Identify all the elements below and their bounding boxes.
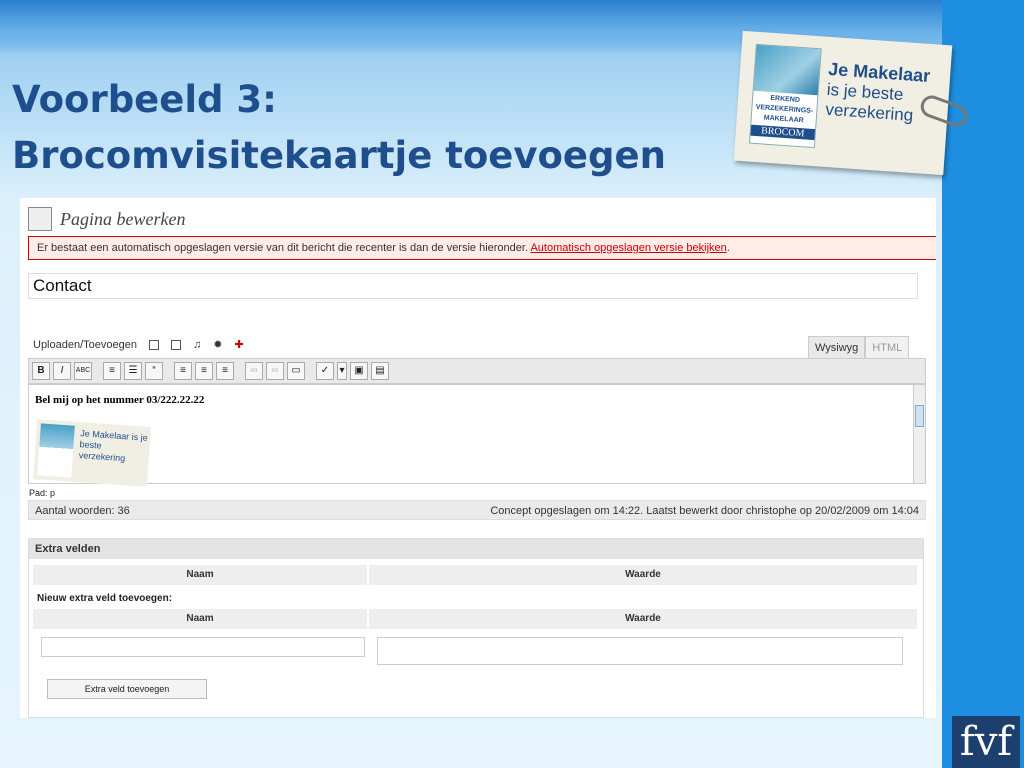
slide-title-line2: Brocomvisitekaartje toevoegen xyxy=(12,134,666,177)
col-value: Waarde xyxy=(625,569,661,580)
path-indicator: Pad: p xyxy=(29,488,56,498)
mini-slogan: Je Makelaar is je beste verzekering xyxy=(78,428,149,464)
add-media-icon[interactable]: ✹ xyxy=(213,338,222,351)
unlink-button[interactable]: ∞ xyxy=(266,362,284,380)
mini-logo xyxy=(37,423,75,478)
add-poll-icon[interactable]: ✚ xyxy=(234,338,243,351)
align-center-button[interactable]: ≡ xyxy=(195,362,213,380)
brocom-logo: ERKEND VERZEKERINGS-MAKELAAR BROCOM xyxy=(748,43,822,149)
align-right-button[interactable]: ≡ xyxy=(216,362,234,380)
pages-icon xyxy=(28,207,52,231)
autosave-link[interactable]: Automatisch opgeslagen versie bekijken xyxy=(530,242,726,254)
add-image-icon[interactable] xyxy=(148,339,159,350)
link-button[interactable]: ∞ xyxy=(245,362,263,380)
strikethrough-button[interactable]: ABC xyxy=(74,362,92,380)
kitchen-sink-button[interactable]: ▤ xyxy=(371,362,389,380)
notice-text: Er bestaat een automatisch opgeslagen ve… xyxy=(37,242,531,254)
new-field-label: Nieuw extra veld toevoegen: xyxy=(37,593,173,604)
numbered-list-button[interactable]: ☰ xyxy=(124,362,142,380)
page-header: Pagina bewerken xyxy=(28,206,185,232)
slide-title: Voorbeeld 3: Brocomvisitekaartje toevoeg… xyxy=(12,72,666,184)
new-col-value: Waarde xyxy=(625,613,661,624)
word-count: Aantal woorden: 36 xyxy=(35,505,130,517)
post-title-input[interactable]: Contact xyxy=(28,273,918,299)
statue-image xyxy=(753,44,821,96)
fvf-logo: fvf xyxy=(952,716,1020,768)
page-heading: Pagina bewerken xyxy=(60,208,186,229)
editor-screenshot: Pagina bewerken Er bestaat een automatis… xyxy=(20,198,936,718)
scroll-thumb[interactable] xyxy=(915,405,924,427)
upload-bar: Uploaden/Toevoegen ♫ ✹ ✚ xyxy=(33,338,244,352)
logo-text: ERKEND VERZEKERINGS-MAKELAAR xyxy=(755,94,814,125)
align-left-button[interactable]: ≡ xyxy=(174,362,192,380)
tab-html[interactable]: HTML xyxy=(865,336,910,360)
new-field-value-textarea[interactable] xyxy=(377,637,903,665)
more-tag-button[interactable]: ▭ xyxy=(287,362,305,380)
brand-name: BROCOM xyxy=(750,124,816,141)
custom-fields-box: Extra velden Naam Waarde Nieuw extra vel… xyxy=(28,538,924,718)
slide-title-line1: Voorbeeld 3: xyxy=(12,78,277,121)
col-name: Naam xyxy=(33,565,369,585)
business-card: ERKEND VERZEKERINGS-MAKELAAR BROCOM Je M… xyxy=(733,30,953,176)
bullet-list-button[interactable]: ≡ xyxy=(103,362,121,380)
custom-fields-header: Naam Waarde xyxy=(33,565,917,585)
editor-toolbar: B I ABC ≡ ☰ “ ≡ ≡ ≡ ∞ ∞ ▭ ✓ ▾ ▣ ▤ xyxy=(28,358,926,384)
card-slogan: Je Makelaar is je beste verzekering xyxy=(825,59,931,127)
bold-button[interactable]: B xyxy=(32,362,50,380)
draft-status: Concept opgeslagen om 14:22. Laatst bewe… xyxy=(490,505,919,517)
editor-status-bar: Aantal woorden: 36 Concept opgeslagen om… xyxy=(28,500,926,520)
new-field-header: Naam Waarde xyxy=(33,609,917,629)
new-field-name-input[interactable] xyxy=(41,637,365,657)
new-col-name: Naam xyxy=(33,609,369,629)
notice-end: . xyxy=(726,242,730,254)
italic-button[interactable]: I xyxy=(53,362,71,380)
blockquote-button[interactable]: “ xyxy=(145,362,163,380)
add-custom-field-button[interactable]: Extra veld toevoegen xyxy=(47,679,207,699)
fullscreen-button[interactable]: ▣ xyxy=(350,362,368,380)
editor-tabs: Wysiwyg HTML xyxy=(808,336,910,360)
inserted-card-image[interactable]: Je Makelaar is je beste verzekering xyxy=(33,419,151,487)
add-audio-icon[interactable]: ♫ xyxy=(193,339,201,351)
editor-content[interactable]: Bel mij op het nummer 03/222.22.22 Je Ma… xyxy=(28,384,926,487)
spellcheck-dropdown[interactable]: ▾ xyxy=(337,362,347,380)
editor-scrollbar[interactable] xyxy=(913,385,925,483)
autosave-notice: Er bestaat een automatisch opgeslagen ve… xyxy=(28,236,936,260)
tab-visual[interactable]: Wysiwyg xyxy=(808,336,866,360)
content-text: Bel mij op het nummer 03/222.22.22 xyxy=(35,394,205,406)
add-video-icon[interactable] xyxy=(170,339,181,350)
spellcheck-button[interactable]: ✓ xyxy=(316,362,334,380)
upload-label: Uploaden/Toevoegen xyxy=(33,338,137,351)
custom-fields-heading: Extra velden xyxy=(29,539,923,559)
